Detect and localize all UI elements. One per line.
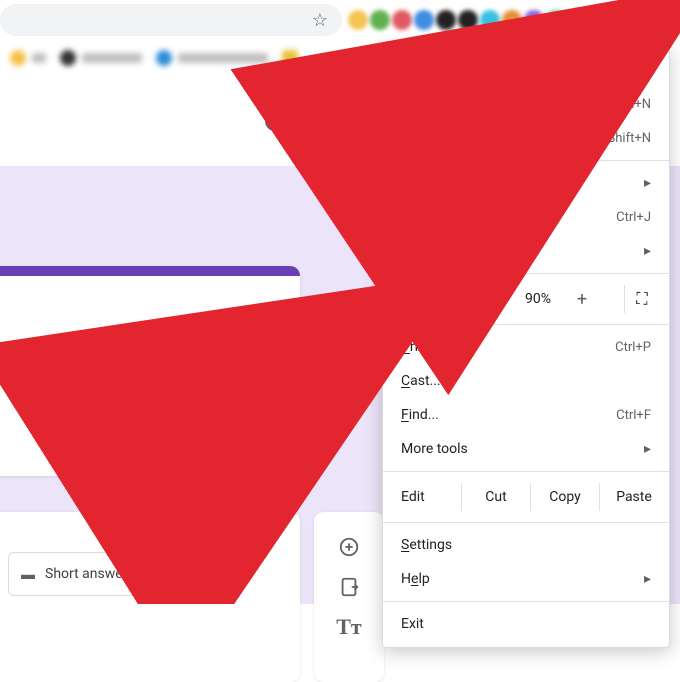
edit-cut[interactable]: Cut	[462, 489, 530, 505]
question-card: ▬ Short answer ▼	[0, 512, 300, 682]
add-question-button[interactable]	[336, 534, 362, 560]
chrome-menu-button[interactable]: ⋮	[642, 4, 674, 36]
extension-icon[interactable]	[458, 10, 478, 30]
submenu-arrow-icon: ▸	[644, 441, 651, 457]
menu-zoom-row: Zoom − 90% + ⛶	[383, 279, 669, 319]
eye-icon[interactable]	[316, 106, 346, 136]
extension-icon[interactable]	[414, 10, 434, 30]
chevron-down-icon: ▼	[213, 567, 225, 581]
edit-copy[interactable]: Copy	[531, 489, 599, 505]
short-answer-icon: ▬	[21, 566, 33, 583]
zoom-value: 90%	[514, 291, 562, 307]
submenu-arrow-icon: ▸	[644, 175, 651, 191]
menu-help[interactable]: Help ▸	[383, 562, 669, 596]
menu-edit-row: Edit Cut Copy Paste	[383, 477, 669, 517]
menu-history[interactable]: History ▸	[383, 166, 669, 200]
extension-icon[interactable]	[348, 10, 368, 30]
menu-downloads[interactable]: Downloads Ctrl+J	[383, 200, 669, 234]
extension-icon[interactable]	[436, 10, 456, 30]
extension-icon[interactable]	[502, 10, 522, 30]
menu-new-tab[interactable]: New tab Ctrl+T	[383, 53, 669, 87]
menu-print[interactable]: Print... Ctrl+P	[383, 330, 669, 364]
question-type-dropdown[interactable]: ▬ Short answer ▼	[8, 552, 238, 596]
zoom-out-button[interactable]: −	[474, 289, 514, 310]
bookmark-star-icon[interactable]: ☆	[312, 10, 328, 31]
extension-icon[interactable]	[392, 10, 412, 30]
extensions-row	[348, 10, 610, 30]
add-title-button[interactable]: Tᴛ	[336, 614, 362, 640]
edit-paste[interactable]: Paste	[600, 489, 668, 505]
extension-icon[interactable]	[524, 10, 544, 30]
palette-icon[interactable]	[260, 106, 290, 136]
extension-icon[interactable]	[590, 10, 610, 30]
menu-bookmarks[interactable]: Bookmarks ▸	[383, 234, 669, 268]
form-title-card: ✕ ⋮	[0, 266, 300, 476]
submenu-arrow-icon: ▸	[644, 571, 651, 587]
chrome-menu: New tab Ctrl+T New window Ctrl+N New inc…	[382, 46, 670, 648]
close-icon[interactable]: ✕	[223, 320, 238, 341]
fullscreen-button[interactable]: ⛶	[625, 289, 661, 309]
menu-settings[interactable]: Settings	[383, 528, 669, 562]
omnibox[interactable]: ☆	[0, 4, 342, 36]
zoom-in-button[interactable]: +	[562, 289, 602, 310]
menu-find[interactable]: Find... Ctrl+F	[383, 398, 669, 432]
import-questions-button[interactable]	[336, 574, 362, 600]
menu-cast[interactable]: Cast...	[383, 364, 669, 398]
menu-exit[interactable]: Exit	[383, 607, 669, 641]
extension-icon[interactable]	[568, 10, 588, 30]
menu-more-tools[interactable]: More tools ▸	[383, 432, 669, 466]
more-icon[interactable]: ⋮	[256, 316, 276, 340]
question-type-label: Short answer	[45, 566, 127, 582]
submenu-arrow-icon: ▸	[644, 243, 651, 259]
extension-icon[interactable]	[546, 10, 566, 30]
extension-icon[interactable]	[480, 10, 500, 30]
side-toolbar: Tᴛ	[314, 512, 384, 682]
profile-avatar[interactable]	[610, 6, 638, 34]
menu-incognito[interactable]: New incognito window Ctrl+Shift+N	[383, 121, 669, 155]
browser-toolbar: ☆ ⋮	[0, 0, 680, 40]
extension-icon[interactable]	[370, 10, 390, 30]
menu-new-window[interactable]: New window Ctrl+N	[383, 87, 669, 121]
